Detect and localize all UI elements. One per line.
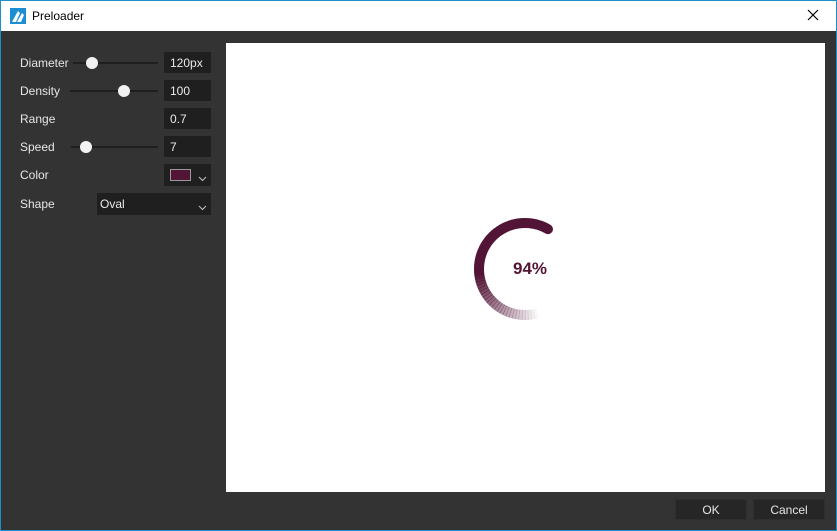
progress-percent: 94% [512,259,548,278]
shape-value: Oval [100,197,125,211]
spinner-arc-segment [534,313,538,314]
chevron-down-icon [198,171,207,185]
close-icon [807,9,819,24]
title-bar: Preloader [1,1,836,31]
settings-panel: Diameter 120px Density 100 Range 0.7 Spe… [1,31,221,501]
color-swatch [170,169,191,181]
shape-select[interactable]: Oval [97,193,211,215]
speed-label: Speed [20,140,55,154]
color-picker[interactable] [164,164,211,186]
shape-row: Shape Oval [1,193,221,215]
preloader-dialog: Preloader Diameter 120px Density 100 Ran… [0,0,837,531]
cancel-button[interactable]: Cancel [753,499,825,520]
speed-slider[interactable] [71,136,158,158]
range-input[interactable]: 0.7 [164,108,211,129]
speed-row: Speed 7 [1,136,221,158]
density-input[interactable]: 100 [164,80,211,101]
app-logo-icon [10,8,26,24]
diameter-label: Diameter [20,56,69,70]
density-label: Density [20,84,61,98]
diameter-input[interactable]: 120px [164,52,211,73]
range-row: Range 0.7 [1,108,221,130]
slider-track [70,90,158,92]
slider-thumb[interactable] [79,141,92,153]
slider-thumb[interactable] [85,57,98,69]
ok-button[interactable]: OK [675,499,747,520]
density-slider[interactable] [70,80,158,102]
window-title: Preloader [32,9,85,23]
color-row: Color [1,164,221,186]
shape-label: Shape [20,197,55,211]
preview-canvas: 94% [226,43,825,492]
speed-input[interactable]: 7 [164,136,211,157]
color-label: Color [20,168,49,182]
diameter-slider[interactable] [73,52,158,74]
range-label: Range [20,112,56,126]
chevron-down-icon [198,200,207,214]
density-row: Density 100 [1,80,221,102]
diameter-row: Diameter 120px [1,52,221,74]
slider-thumb[interactable] [117,85,130,97]
close-button[interactable] [790,1,836,31]
